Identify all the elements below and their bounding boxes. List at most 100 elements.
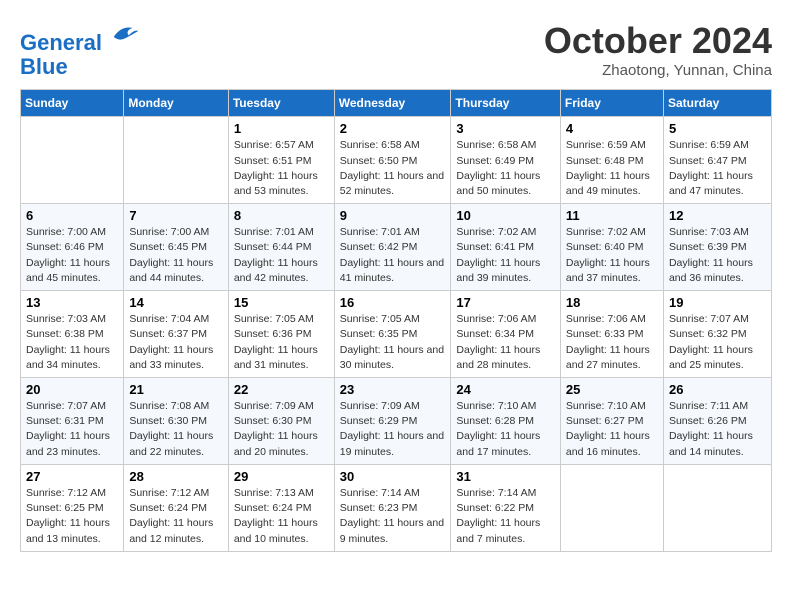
day-number: 23 (340, 382, 446, 397)
day-number: 4 (566, 121, 658, 136)
day-info: Sunrise: 7:03 AMSunset: 6:38 PMDaylight:… (26, 312, 118, 373)
day-number: 14 (129, 295, 223, 310)
day-info: Sunrise: 7:02 AMSunset: 6:40 PMDaylight:… (566, 225, 658, 286)
day-number: 24 (456, 382, 554, 397)
day-info: Sunrise: 7:09 AMSunset: 6:30 PMDaylight:… (234, 399, 329, 460)
day-number: 28 (129, 469, 223, 484)
day-number: 20 (26, 382, 118, 397)
calendar-day-cell: 19 Sunrise: 7:07 AMSunset: 6:32 PMDayligh… (663, 291, 771, 378)
day-number: 11 (566, 208, 658, 223)
day-info: Sunrise: 7:14 AMSunset: 6:22 PMDaylight:… (456, 486, 554, 547)
day-number: 18 (566, 295, 658, 310)
day-info: Sunrise: 7:05 AMSunset: 6:36 PMDaylight:… (234, 312, 329, 373)
day-info: Sunrise: 7:03 AMSunset: 6:39 PMDaylight:… (669, 225, 766, 286)
calendar-day-cell: 20 Sunrise: 7:07 AMSunset: 6:31 PMDayligh… (21, 378, 124, 465)
calendar-day-cell: 17 Sunrise: 7:06 AMSunset: 6:34 PMDayligh… (451, 291, 560, 378)
logo: General Blue (20, 20, 140, 79)
calendar-week-row: 6Sunrise: 7:00 AMSunset: 6:46 PMDaylight… (21, 204, 772, 291)
day-number: 9 (340, 208, 446, 223)
calendar-day-cell: 5Sunrise: 6:59 AMSunset: 6:47 PMDaylight… (663, 117, 771, 204)
day-number: 5 (669, 121, 766, 136)
day-number: 19 (669, 295, 766, 310)
day-number: 10 (456, 208, 554, 223)
day-number: 22 (234, 382, 329, 397)
day-of-week-header: Thursday (451, 90, 560, 117)
day-info: Sunrise: 7:06 AMSunset: 6:34 PMDaylight:… (456, 312, 554, 373)
day-of-week-header: Wednesday (334, 90, 451, 117)
calendar-day-cell: 14 Sunrise: 7:04 AMSunset: 6:37 PMDayligh… (124, 291, 229, 378)
calendar-day-cell: 25 Sunrise: 7:10 AMSunset: 6:27 PMDayligh… (560, 378, 663, 465)
day-number: 1 (234, 121, 329, 136)
day-number: 27 (26, 469, 118, 484)
day-of-week-header: Sunday (21, 90, 124, 117)
title-block: October 2024 Zhaotong, Yunnan, China (544, 20, 772, 79)
day-info: Sunrise: 7:10 AMSunset: 6:28 PMDaylight:… (456, 399, 554, 460)
day-info: Sunrise: 6:59 AMSunset: 6:48 PMDaylight:… (566, 138, 658, 199)
day-info: Sunrise: 6:58 AMSunset: 6:50 PMDaylight:… (340, 138, 446, 199)
calendar-day-cell: 4 Sunrise: 6:59 AMSunset: 6:48 PMDaylight… (560, 117, 663, 204)
calendar-week-row: 20 Sunrise: 7:07 AMSunset: 6:31 PMDayligh… (21, 378, 772, 465)
day-info: Sunrise: 7:00 AMSunset: 6:45 PMDaylight:… (129, 225, 223, 286)
calendar-header-row: SundayMondayTuesdayWednesdayThursdayFrid… (21, 90, 772, 117)
calendar-day-cell: 9Sunrise: 7:01 AMSunset: 6:42 PMDaylight… (334, 204, 451, 291)
calendar-day-cell: 12Sunrise: 7:03 AMSunset: 6:39 PMDayligh… (663, 204, 771, 291)
calendar-day-cell: 13 Sunrise: 7:03 AMSunset: 6:38 PMDayligh… (21, 291, 124, 378)
calendar-day-cell (663, 464, 771, 551)
day-info: Sunrise: 7:04 AMSunset: 6:37 PMDaylight:… (129, 312, 223, 373)
month-title: October 2024 (544, 20, 772, 62)
day-number: 8 (234, 208, 329, 223)
day-info: Sunrise: 7:08 AMSunset: 6:30 PMDaylight:… (129, 399, 223, 460)
calendar-day-cell: 2 Sunrise: 6:58 AMSunset: 6:50 PMDaylight… (334, 117, 451, 204)
calendar-day-cell: 23 Sunrise: 7:09 AMSunset: 6:29 PMDayligh… (334, 378, 451, 465)
calendar-day-cell: 3Sunrise: 6:58 AMSunset: 6:49 PMDaylight… (451, 117, 560, 204)
calendar-day-cell: 11 Sunrise: 7:02 AMSunset: 6:40 PMDayligh… (560, 204, 663, 291)
day-number: 17 (456, 295, 554, 310)
calendar-day-cell: 27 Sunrise: 7:12 AMSunset: 6:25 PMDayligh… (21, 464, 124, 551)
calendar-day-cell: 26Sunrise: 7:11 AMSunset: 6:26 PMDayligh… (663, 378, 771, 465)
day-of-week-header: Tuesday (228, 90, 334, 117)
day-info: Sunrise: 7:13 AMSunset: 6:24 PMDaylight:… (234, 486, 329, 547)
day-of-week-header: Saturday (663, 90, 771, 117)
day-info: Sunrise: 7:05 AMSunset: 6:35 PMDaylight:… (340, 312, 446, 373)
day-info: Sunrise: 7:01 AMSunset: 6:44 PMDaylight:… (234, 225, 329, 286)
calendar-day-cell: 1 Sunrise: 6:57 AMSunset: 6:51 PMDaylight… (228, 117, 334, 204)
calendar-day-cell (560, 464, 663, 551)
day-of-week-header: Friday (560, 90, 663, 117)
day-info: Sunrise: 6:58 AMSunset: 6:49 PMDaylight:… (456, 138, 554, 199)
calendar-day-cell: 16Sunrise: 7:05 AMSunset: 6:35 PMDayligh… (334, 291, 451, 378)
calendar-day-cell: 8 Sunrise: 7:01 AMSunset: 6:44 PMDaylight… (228, 204, 334, 291)
calendar-week-row: 27 Sunrise: 7:12 AMSunset: 6:25 PMDayligh… (21, 464, 772, 551)
day-number: 2 (340, 121, 446, 136)
page-header: General Blue October 2024 Zhaotong, Yunn… (20, 20, 772, 79)
calendar-day-cell: 21 Sunrise: 7:08 AMSunset: 6:30 PMDayligh… (124, 378, 229, 465)
day-info: Sunrise: 7:02 AMSunset: 6:41 PMDaylight:… (456, 225, 554, 286)
calendar-day-cell: 15Sunrise: 7:05 AMSunset: 6:36 PMDayligh… (228, 291, 334, 378)
day-info: Sunrise: 7:10 AMSunset: 6:27 PMDaylight:… (566, 399, 658, 460)
logo-blue: Blue (20, 55, 140, 79)
day-info: Sunrise: 7:07 AMSunset: 6:31 PMDaylight:… (26, 399, 118, 460)
day-number: 7 (129, 208, 223, 223)
day-info: Sunrise: 7:12 AMSunset: 6:25 PMDaylight:… (26, 486, 118, 547)
calendar-day-cell: 29 Sunrise: 7:13 AMSunset: 6:24 PMDayligh… (228, 464, 334, 551)
calendar-day-cell (21, 117, 124, 204)
calendar-day-cell: 22 Sunrise: 7:09 AMSunset: 6:30 PMDayligh… (228, 378, 334, 465)
calendar-day-cell: 7 Sunrise: 7:00 AMSunset: 6:45 PMDaylight… (124, 204, 229, 291)
day-number: 25 (566, 382, 658, 397)
calendar-day-cell: 24 Sunrise: 7:10 AMSunset: 6:28 PMDayligh… (451, 378, 560, 465)
logo-bird-icon (110, 20, 140, 50)
day-info: Sunrise: 7:07 AMSunset: 6:32 PMDaylight:… (669, 312, 766, 373)
calendar-table: SundayMondayTuesdayWednesdayThursdayFrid… (20, 89, 772, 551)
calendar-day-cell (124, 117, 229, 204)
day-number: 26 (669, 382, 766, 397)
day-info: Sunrise: 7:09 AMSunset: 6:29 PMDaylight:… (340, 399, 446, 460)
calendar-day-cell: 18Sunrise: 7:06 AMSunset: 6:33 PMDayligh… (560, 291, 663, 378)
calendar-day-cell: 6Sunrise: 7:00 AMSunset: 6:46 PMDaylight… (21, 204, 124, 291)
logo-general: General (20, 30, 102, 55)
logo-text: General (20, 20, 140, 55)
day-number: 21 (129, 382, 223, 397)
day-number: 29 (234, 469, 329, 484)
day-info: Sunrise: 6:57 AMSunset: 6:51 PMDaylight:… (234, 138, 329, 199)
calendar-week-row: 13 Sunrise: 7:03 AMSunset: 6:38 PMDayligh… (21, 291, 772, 378)
day-number: 13 (26, 295, 118, 310)
location-subtitle: Zhaotong, Yunnan, China (544, 62, 772, 79)
